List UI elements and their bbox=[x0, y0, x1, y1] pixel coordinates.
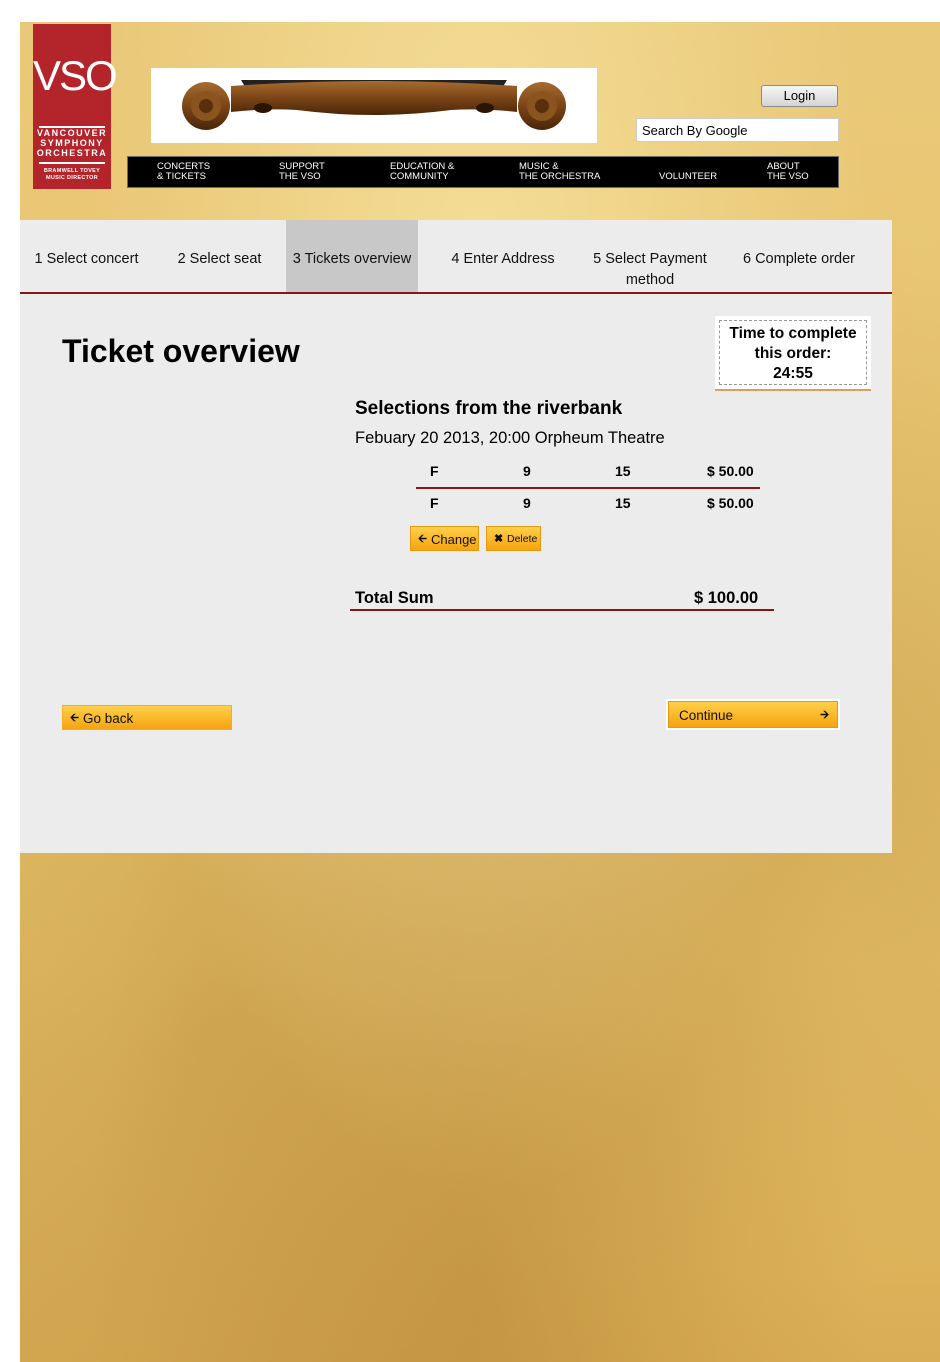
logo-divider-2 bbox=[39, 162, 105, 164]
row-divider bbox=[416, 487, 760, 489]
logo-line-4: BRAMWELL TOVEY bbox=[43, 168, 101, 174]
logo-letters: VSO bbox=[33, 52, 118, 99]
continue-button-frame: Continue 🡪 bbox=[666, 699, 840, 730]
ticket-row: F 9 15 $ 50.00 bbox=[416, 490, 760, 516]
nav-item-about[interactable]: ABOUT THE VSO bbox=[767, 162, 809, 182]
close-icon: ✖ bbox=[494, 533, 504, 545]
ticket-row-letter: F bbox=[430, 463, 439, 479]
go-back-label: Go back bbox=[83, 711, 134, 726]
nav-item-concerts-tickets[interactable]: CONCERTS & TICKETS bbox=[157, 162, 210, 182]
ticket-section: 15 bbox=[615, 495, 631, 511]
ticket-section: 15 bbox=[615, 463, 631, 479]
step-enter-address[interactable]: 4 Enter Address bbox=[430, 220, 576, 292]
order-timer-text: Time to complete this order: 24:55 bbox=[719, 320, 867, 385]
total-sum-label: Total Sum bbox=[355, 589, 434, 607]
ticket-seat: 9 bbox=[523, 463, 531, 479]
step-tickets-overview[interactable]: 3 Tickets overview bbox=[286, 220, 418, 292]
nav-item-support[interactable]: SUPPORT THE VSO bbox=[279, 162, 325, 182]
search-input[interactable] bbox=[636, 118, 839, 142]
arrow-left-icon: 🡨 bbox=[70, 712, 79, 724]
ticket-seat: 9 bbox=[523, 495, 531, 511]
vso-logo[interactable]: VSO VANCOUVER SYMPHONY ORCHESTRA BRAMWEL… bbox=[33, 24, 118, 189]
checkout-steps: 1 Select concert 2 Select seat 3 Tickets… bbox=[20, 220, 892, 294]
step-select-seat[interactable]: 2 Select seat bbox=[153, 220, 286, 292]
continue-label: Continue bbox=[679, 708, 734, 723]
nav-item-volunteer[interactable]: VOLUNTEER bbox=[659, 172, 717, 182]
change-button[interactable]: 🡨 Change bbox=[410, 526, 479, 551]
page-title: Ticket overview bbox=[62, 333, 300, 369]
arrow-left-icon: 🡨 bbox=[418, 533, 427, 545]
logo-line-5: MUSIC DIRECTOR bbox=[45, 175, 99, 181]
logo-line-1: VANCOUVER bbox=[36, 128, 108, 138]
concert-title: Selections from the riverbank bbox=[355, 398, 623, 419]
logo-line-2: SYMPHONY bbox=[40, 138, 104, 148]
delete-button-label: Delete bbox=[507, 533, 538, 545]
nav-item-education[interactable]: EDUCATION & COMMUNITY bbox=[390, 162, 454, 182]
ticket-row: F 9 15 $ 50.00 bbox=[416, 458, 760, 484]
total-divider bbox=[350, 609, 774, 611]
continue-button[interactable]: Continue 🡪 bbox=[668, 701, 838, 728]
total-sum-value: $ 100.00 bbox=[694, 589, 759, 607]
logo-line-3: ORCHESTRA bbox=[36, 148, 108, 158]
ticket-row-letter: F bbox=[430, 495, 439, 511]
arrow-right-icon: 🡪 bbox=[820, 709, 829, 721]
step-select-payment[interactable]: 5 Select Payment method bbox=[576, 220, 724, 292]
nav-item-music-orchestra[interactable]: MUSIC & THE ORCHESTRA bbox=[519, 162, 600, 182]
main-nav: CONCERTS & TICKETS SUPPORT THE VSO EDUCA… bbox=[127, 156, 839, 188]
order-timer: Time to complete this order: 24:55 bbox=[715, 316, 871, 391]
step-complete-order[interactable]: 6 Complete order bbox=[724, 220, 874, 292]
delete-button[interactable]: ✖ Delete bbox=[486, 526, 541, 551]
go-back-button[interactable]: 🡨 Go back bbox=[62, 705, 232, 730]
violin-banner-image bbox=[151, 68, 597, 143]
ticket-price: $ 50.00 bbox=[707, 495, 754, 511]
login-button[interactable]: Login bbox=[761, 85, 838, 107]
concert-date-venue: Febuary 20 2013, 20:00 Orpheum Theatre bbox=[355, 429, 665, 447]
change-button-label: Change bbox=[431, 532, 477, 547]
ticket-price: $ 50.00 bbox=[707, 463, 754, 479]
step-select-concert[interactable]: 1 Select concert bbox=[20, 220, 153, 292]
